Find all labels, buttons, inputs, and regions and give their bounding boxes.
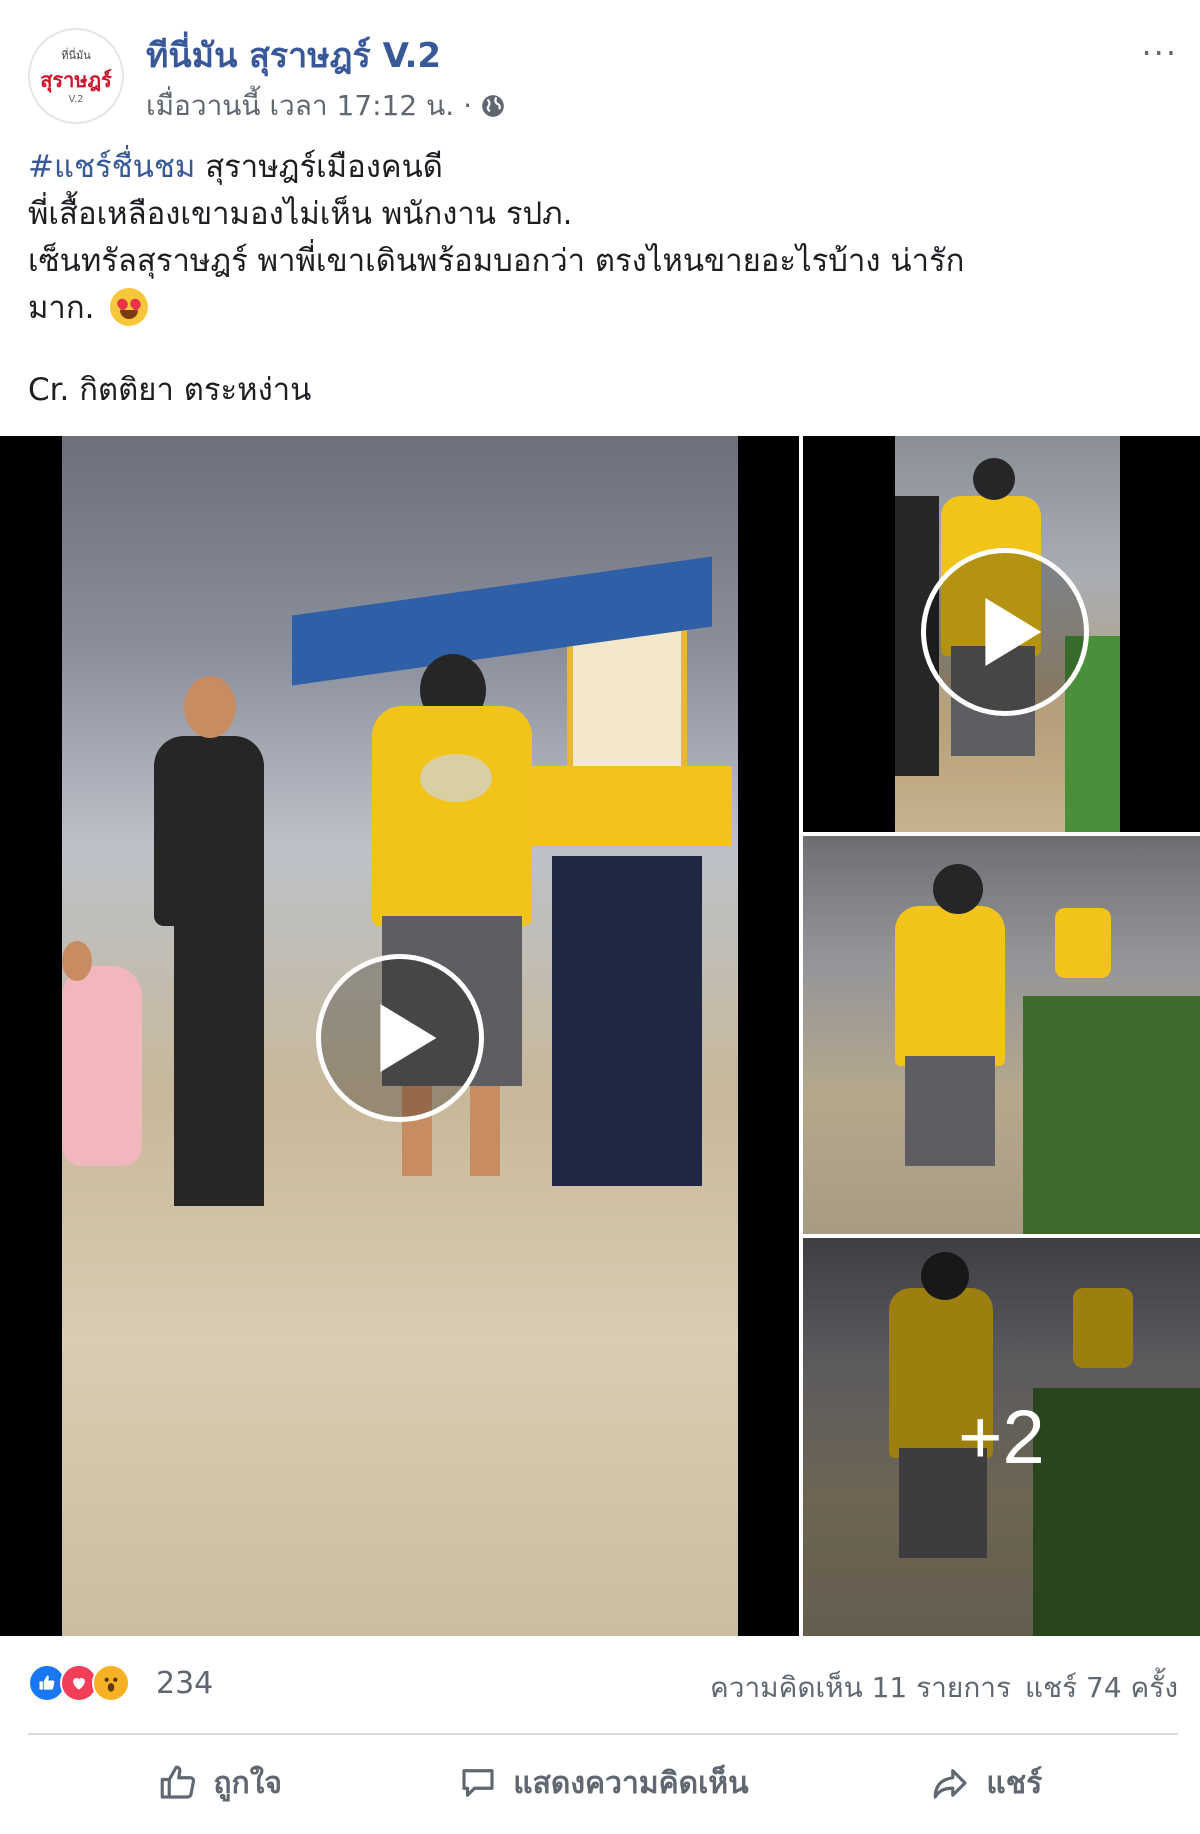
comment-button[interactable]: แสดงความคิดเห็น [411, 1745, 794, 1821]
page-name-link[interactable]: ทีนี่มัน สุราษฎร์ V.2 [146, 28, 441, 82]
share-arrow-icon [934, 1769, 967, 1799]
avatar-sub-text: V.2 [68, 94, 84, 105]
post-credit: Cr. กิตติยา ตระหง่าน [28, 372, 312, 408]
post-text-line2: พี่เสื้อเหลืองเขามองไม่เห็น พนักงาน รปภ. [28, 196, 573, 232]
post-text-line1: สุราษฎร์เมืองคนดี [195, 149, 443, 185]
play-button-icon[interactable] [921, 548, 1089, 716]
post-header: ที่นี่มัน สุราษฎร์ V.2 ทีนี่มัน สุราษฎร์… [28, 24, 1178, 124]
share-button-label: แชร์ [986, 1765, 1043, 1801]
thumbs-up-icon [161, 1765, 196, 1799]
reaction-count[interactable]: 234 [156, 1666, 213, 1701]
like-button-label: ถูกใจ [213, 1765, 282, 1801]
reaction-icons[interactable] [28, 1664, 130, 1702]
shares-count-link[interactable]: แชร์ 74 ครั้ง [1025, 1666, 1178, 1710]
play-button-icon[interactable] [316, 954, 484, 1122]
wow-icon [92, 1664, 130, 1702]
reactions-summary: 234 ความคิดเห็น 11 รายการ แชร์ 74 ครั้ง [28, 1660, 1178, 1708]
thumbnail-video-1[interactable] [803, 436, 1200, 832]
avatar-top-text: ที่นี่มัน [61, 49, 91, 62]
thumbnail-photo-more[interactable]: +2 [803, 1238, 1200, 1636]
post-text-line3: เซ็นทรัลสุราษฎร์ พาพี่เขาเดินพร้อมบอกว่า… [28, 243, 965, 279]
post-timestamp[interactable]: เมื่อวานนี้ เวลา 17:12 น. · [146, 84, 472, 128]
post-actions: ถูกใจ แสดงความคิดเห็น แชร์ [28, 1745, 1178, 1821]
share-button[interactable]: แชร์ [795, 1745, 1178, 1821]
more-options-button[interactable]: ··· [1141, 34, 1178, 72]
media-grid: +2 [0, 436, 1200, 1636]
main-video[interactable] [0, 436, 799, 1636]
avatar-main-text: สุราษฎร์ [40, 68, 112, 92]
comment-icon [462, 1769, 494, 1797]
post-meta: เมื่อวานนี้ เวลา 17:12 น. · [146, 84, 506, 128]
facebook-post: ที่นี่มัน สุราษฎร์ V.2 ทีนี่มัน สุราษฎร์… [0, 0, 1200, 1834]
more-photos-count: +2 [803, 1238, 1200, 1636]
post-text: #แชร์ชื่นชม สุราษฎร์เมืองคนดี พี่เสื้อเห… [28, 144, 1178, 332]
hashtag-link[interactable]: #แชร์ชื่นชม [28, 149, 195, 185]
divider [28, 1733, 1178, 1735]
comment-button-label: แสดงความคิดเห็น [513, 1765, 749, 1801]
page-avatar[interactable]: ที่นี่มัน สุราษฎร์ V.2 [28, 28, 124, 124]
thumbnail-photo-2[interactable] [803, 836, 1200, 1234]
engagement-stats: ความคิดเห็น 11 รายการ แชร์ 74 ครั้ง [710, 1666, 1178, 1710]
heart-eyes-emoji-icon [110, 288, 149, 326]
comments-count-link[interactable]: ความคิดเห็น 11 รายการ [710, 1666, 1011, 1710]
globe-icon [482, 95, 504, 117]
post-text-line4: มาก. [28, 290, 105, 326]
like-button[interactable]: ถูกใจ [28, 1745, 411, 1821]
